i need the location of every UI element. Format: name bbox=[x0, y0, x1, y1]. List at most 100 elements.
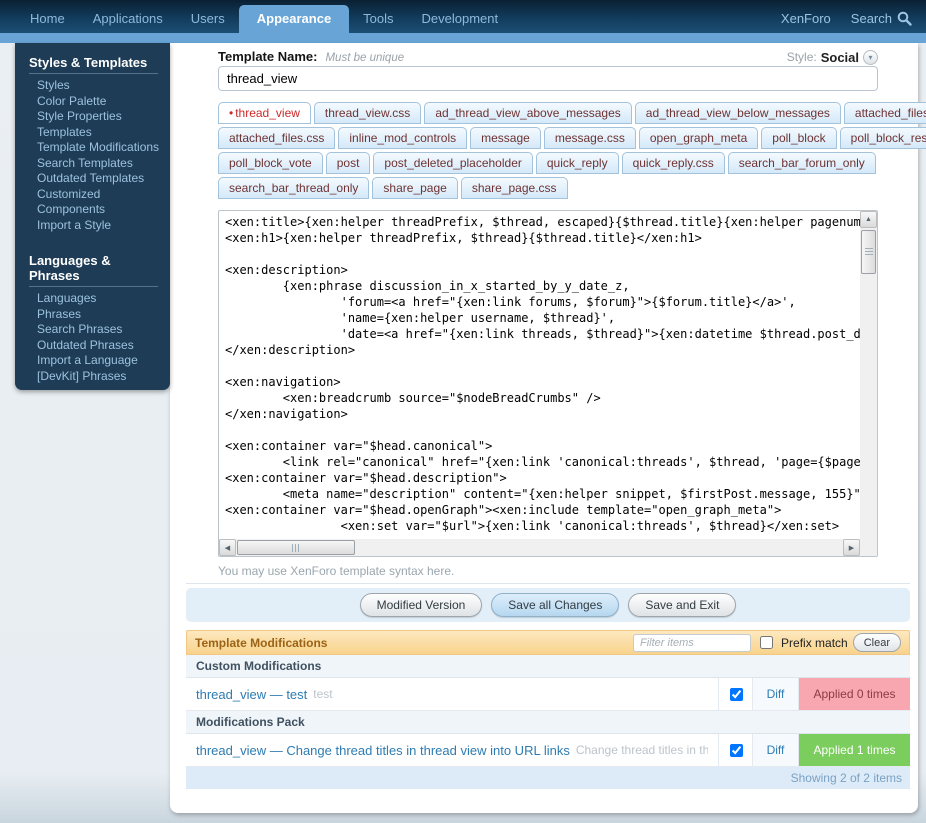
template-code[interactable]: <xen:title>{xen:helper threadPrefix, $th… bbox=[219, 211, 860, 539]
nav-accent-strip bbox=[0, 33, 926, 43]
modification-row-main: thread_view — test test bbox=[186, 678, 718, 710]
chevron-down-icon: ▾ bbox=[868, 53, 872, 62]
search-icon bbox=[897, 11, 912, 26]
modification-link[interactable]: thread_view — Change thread titles in th… bbox=[196, 743, 570, 758]
template-name-input[interactable] bbox=[218, 66, 878, 91]
sidebar-item-template-modifications[interactable]: Template Modifications bbox=[29, 140, 170, 156]
template-tab-attached-files[interactable]: attached_files bbox=[844, 102, 926, 124]
template-tab-share-page[interactable]: share_page bbox=[372, 177, 457, 199]
sidebar-item-style-properties[interactable]: Style Properties bbox=[29, 109, 170, 125]
template-tab-search-bar-thread-only[interactable]: search_bar_thread_only bbox=[218, 177, 369, 199]
vertical-scrollbar-thumb[interactable] bbox=[861, 230, 876, 274]
tab-label: poll_block_vote bbox=[229, 156, 312, 170]
scroll-up-button[interactable]: ▲ bbox=[860, 211, 877, 228]
template-tab-message-css[interactable]: message.css bbox=[544, 127, 636, 149]
template-name-label: Template Name: bbox=[218, 49, 317, 64]
template-modifications-section: Template Modifications Prefix match Clea… bbox=[186, 630, 910, 789]
template-tab-ad-thread-view-below-messages[interactable]: ad_thread_view_below_messages bbox=[635, 102, 841, 124]
horizontal-scrollbar[interactable]: ◀ ▶ bbox=[219, 539, 860, 556]
modification-group-header: Custom Modifications bbox=[186, 655, 910, 678]
nav-item-development[interactable]: Development bbox=[408, 5, 513, 33]
sidebar-item-outdated-phrases[interactable]: Outdated Phrases bbox=[29, 338, 170, 354]
modifications-footer: Showing 2 of 2 items bbox=[186, 767, 910, 789]
template-tab-poll-block-vote[interactable]: poll_block_vote bbox=[218, 152, 323, 174]
template-tab-row: attached_files.cssinline_mod_controls mes… bbox=[218, 127, 886, 149]
tab-label: share_page.css bbox=[472, 181, 557, 195]
prefix-match-label: Prefix match bbox=[781, 636, 848, 650]
sidebar-item-outdated-templates[interactable]: Outdated Templates bbox=[29, 171, 170, 187]
template-name-hint: Must be unique bbox=[325, 52, 404, 64]
modification-row: thread_view — Change thread titles in th… bbox=[186, 734, 910, 767]
sidebar-item-templates[interactable]: Templates bbox=[29, 125, 170, 141]
sidebar-section-title: Languages & Phrases bbox=[29, 247, 158, 287]
horizontal-scrollbar-thumb[interactable] bbox=[237, 540, 355, 555]
scroll-right-button[interactable]: ▶ bbox=[843, 539, 860, 556]
template-tab-open-graph-meta[interactable]: open_graph_meta bbox=[639, 127, 758, 149]
tab-label: ad_thread_view_above_messages bbox=[435, 106, 620, 120]
save-and-exit-button[interactable]: Save and Exit bbox=[628, 593, 736, 617]
modification-description: test bbox=[313, 687, 332, 701]
template-tab-search-bar-forum-only[interactable]: search_bar_forum_only bbox=[728, 152, 876, 174]
diff-link[interactable]: Diff bbox=[752, 734, 798, 766]
template-tab-message[interactable]: message bbox=[470, 127, 541, 149]
template-tab-attached-files-css[interactable]: attached_files.css bbox=[218, 127, 335, 149]
template-tab-thread-view[interactable]: •thread_view bbox=[218, 102, 311, 124]
template-tab-share-page-css[interactable]: share_page.css bbox=[461, 177, 568, 199]
xenforo-link[interactable]: XenForo bbox=[781, 11, 831, 26]
tab-label: post bbox=[337, 156, 360, 170]
divider bbox=[186, 583, 910, 584]
sidebar-item-customized-components[interactable]: Customized Components bbox=[29, 187, 170, 218]
tab-label: thread_view bbox=[235, 106, 300, 120]
prefix-match-checkbox[interactable] bbox=[760, 636, 773, 649]
search-link[interactable]: Search bbox=[851, 11, 912, 26]
template-tab-post[interactable]: post bbox=[326, 152, 371, 174]
modification-enabled-checkbox[interactable] bbox=[730, 688, 743, 701]
diff-link[interactable]: Diff bbox=[752, 678, 798, 710]
nav-item-home[interactable]: Home bbox=[16, 5, 79, 33]
sidebar-item-styles[interactable]: Styles bbox=[29, 78, 170, 94]
clear-button[interactable]: Clear bbox=[853, 633, 901, 652]
vertical-scrollbar[interactable]: ▲ bbox=[860, 211, 877, 539]
style-dropdown-button[interactable]: ▾ bbox=[863, 50, 878, 65]
tab-label: message bbox=[481, 131, 530, 145]
modification-enabled-checkbox[interactable] bbox=[730, 744, 743, 757]
tab-label: open_graph_meta bbox=[650, 131, 747, 145]
sidebar-item-import-a-style[interactable]: Import a Style bbox=[29, 218, 170, 234]
template-tab-inline-mod-controls[interactable]: inline_mod_controls bbox=[338, 127, 467, 149]
top-navigation: HomeApplicationsUsersAppearanceToolsDeve… bbox=[0, 0, 926, 33]
sidebar-item-devkit-phrases[interactable]: [DevKit] Phrases bbox=[29, 369, 170, 385]
sidebar-section: Styles & TemplatesStylesColor PaletteSty… bbox=[29, 49, 170, 233]
modification-checkbox-cell bbox=[718, 734, 752, 766]
nav-item-tools[interactable]: Tools bbox=[349, 5, 407, 33]
template-tab-ad-thread-view-above-messages[interactable]: ad_thread_view_above_messages bbox=[424, 102, 631, 124]
sidebar: Styles & TemplatesStylesColor PaletteSty… bbox=[15, 43, 170, 390]
template-tab-quick-reply-css[interactable]: quick_reply.css bbox=[622, 152, 725, 174]
save-button-bar: Modified Version Save all Changes Save and… bbox=[186, 588, 910, 622]
sidebar-item-search-phrases[interactable]: Search Phrases bbox=[29, 322, 170, 338]
modification-checkbox-cell bbox=[718, 678, 752, 710]
tab-label: post_deleted_placeholder bbox=[384, 156, 521, 170]
sidebar-item-phrases[interactable]: Phrases bbox=[29, 307, 170, 323]
template-tab-thread-view-css[interactable]: thread_view.css bbox=[314, 102, 421, 124]
sidebar-item-import-a-language[interactable]: Import a Language bbox=[29, 353, 170, 369]
template-tab-quick-reply[interactable]: quick_reply bbox=[536, 152, 619, 174]
applied-badge: Applied 0 times bbox=[798, 678, 910, 710]
save-all-changes-button[interactable]: Save all Changes bbox=[491, 593, 619, 617]
sidebar-item-color-palette[interactable]: Color Palette bbox=[29, 94, 170, 110]
nav-item-applications[interactable]: Applications bbox=[79, 5, 177, 33]
template-tab-post-deleted-placeholder[interactable]: post_deleted_placeholder bbox=[373, 152, 532, 174]
template-tab-poll-block[interactable]: poll_block bbox=[761, 127, 836, 149]
sidebar-item-search-templates[interactable]: Search Templates bbox=[29, 156, 170, 172]
modification-description: Change thread titles in thread bbox=[576, 743, 708, 757]
sidebar-item-languages[interactable]: Languages bbox=[29, 291, 170, 307]
nav-item-appearance[interactable]: Appearance bbox=[239, 5, 349, 33]
template-tab-poll-block-result[interactable]: poll_block_result bbox=[840, 127, 926, 149]
filter-items-input[interactable] bbox=[633, 634, 751, 652]
modification-row-main: thread_view — Change thread titles in th… bbox=[186, 734, 718, 766]
modification-link[interactable]: thread_view — test bbox=[196, 687, 307, 702]
scroll-left-button[interactable]: ◀ bbox=[219, 539, 236, 556]
nav-item-users[interactable]: Users bbox=[177, 5, 239, 33]
template-tab-row: search_bar_thread_onlyshare_page share_pa… bbox=[218, 177, 886, 199]
template-code-editor[interactable]: <xen:title>{xen:helper threadPrefix, $th… bbox=[218, 210, 878, 557]
modified-version-button[interactable]: Modified Version bbox=[360, 593, 483, 617]
